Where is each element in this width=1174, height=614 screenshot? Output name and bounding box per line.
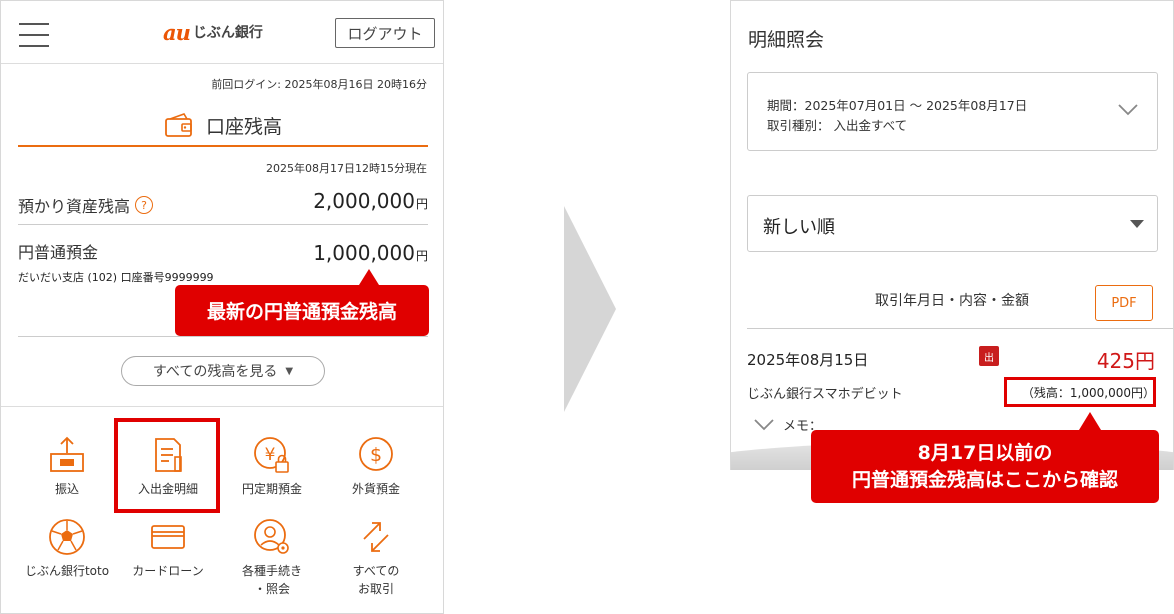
- logout-button[interactable]: ログアウト: [335, 18, 435, 48]
- filter-type: 取引種別： 入出金すべて: [767, 118, 908, 133]
- hamburger-menu-icon[interactable]: [19, 23, 49, 47]
- balance-highlight-box: [1004, 377, 1156, 407]
- menu-label: 振込: [54, 482, 79, 496]
- withdrawal-badge: 出: [979, 346, 999, 366]
- asset-balance-row: 預かり資産残高 ? 2,000,000円: [18, 185, 428, 225]
- person-gear-icon: [254, 519, 289, 554]
- past-balance-callout: 8月17日以前の 円普通預金残高はここから確認: [811, 412, 1159, 503]
- soccer-ball-icon: [49, 519, 85, 555]
- app-header: au じぶん銀行 ログアウト: [1, 1, 443, 64]
- balance-title: 口座残高: [205, 115, 282, 138]
- menu-item-transfer[interactable]: 振込: [15, 435, 119, 498]
- yen-deposit-amount: 1,000,000円: [313, 241, 428, 265]
- svg-text:$: $: [370, 444, 382, 466]
- bank-logo: au じぶん銀行: [163, 19, 263, 45]
- menu-label: 円定期預金: [241, 482, 302, 496]
- logo-mark: au: [163, 19, 191, 45]
- help-icon[interactable]: ?: [135, 196, 154, 214]
- dropdown-caret-icon: [1130, 220, 1144, 228]
- filter-period: 期間：2025年07月01日 〜 2025年08月17日: [767, 98, 1028, 113]
- triangle-down-icon: ▼: [285, 365, 294, 377]
- divider: [747, 328, 1173, 329]
- menu-label: カードローン: [132, 564, 204, 578]
- transaction-date: 2025年08月15日: [747, 351, 869, 369]
- asset-balance-label: 預かり資産残高: [18, 197, 131, 216]
- balance-section-header: 口座残高: [18, 105, 428, 147]
- dollar-icon: $: [359, 437, 393, 471]
- menu-item-card-loan[interactable]: カードローン: [116, 517, 220, 580]
- branch-account-info: だいだい支店 (102) 口座番号9999999: [18, 271, 214, 284]
- menu-item-foreign-deposit[interactable]: $ 外貨預金: [324, 435, 428, 498]
- callout-line1: 8月17日以前の: [917, 441, 1053, 464]
- transaction-amount: 425円: [1096, 349, 1155, 373]
- wallet-icon: [165, 113, 192, 137]
- as-of-timestamp: 2025年08月17日12時15分現在: [266, 162, 427, 175]
- chevron-down-icon: [754, 418, 774, 430]
- statement-highlight-box: [114, 418, 220, 513]
- asset-balance-amount: 2,000,000円: [313, 189, 428, 213]
- period-filter[interactable]: 期間：2025年07月01日 〜 2025年08月17日 取引種別： 入出金すべ…: [747, 72, 1158, 151]
- arrows-icon: [363, 522, 389, 552]
- callout-line2: 円普通預金残高はここから確認: [851, 468, 1118, 491]
- yen-lock-icon: ¥: [254, 437, 289, 473]
- menu-item-toto[interactable]: じぶん銀行toto: [15, 517, 119, 580]
- see-all-balances-button[interactable]: すべての残高を見る ▼: [121, 356, 325, 386]
- yen-deposit-label: 円普通預金: [18, 243, 99, 262]
- chevron-down-icon: [1118, 104, 1138, 116]
- last-login-text: 前回ログイン: 2025年08月16日 20時16分: [211, 78, 427, 91]
- transition-arrow-icon: [564, 206, 616, 412]
- menu-item-all-transactions[interactable]: すべての お取引: [324, 517, 428, 598]
- pdf-button[interactable]: PDF: [1095, 285, 1153, 321]
- menu-label: すべての お取引: [352, 564, 400, 596]
- svg-text:¥: ¥: [265, 445, 276, 465]
- quick-menu: 振込 入出金明細 ¥ 円定期預金 $ 外貨預金 じぶん銀行toto カードローン…: [1, 406, 443, 613]
- logo-text: じぶん銀行: [192, 25, 263, 41]
- menu-label: 外貨預金: [351, 482, 400, 496]
- menu-item-yen-time-deposit[interactable]: ¥ 円定期預金: [220, 435, 324, 498]
- latest-balance-callout: 最新の円普通預金残高: [175, 269, 429, 336]
- transaction-description: じぶん銀行スマホデビット: [747, 387, 903, 402]
- page-title: 明細照会: [748, 29, 825, 51]
- menu-label: 各種手続き ・照会: [241, 564, 302, 596]
- transfer-icon: [50, 436, 84, 472]
- menu-label: じぶん銀行toto: [24, 564, 110, 578]
- menu-item-procedures[interactable]: 各種手続き ・照会: [220, 517, 324, 598]
- sort-order-select[interactable]: 新しい順: [747, 195, 1158, 252]
- card-icon: [151, 525, 185, 549]
